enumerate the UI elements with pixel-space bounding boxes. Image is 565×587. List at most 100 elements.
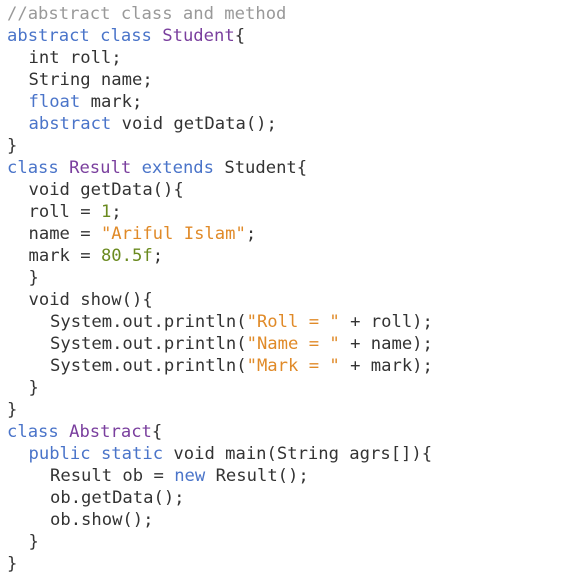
code-token-plain: Result(); [205,466,309,486]
code-token-plain: } [7,400,18,420]
code-token-plain: int roll; [28,48,122,68]
code-token-plain: void main(String agrs[]){ [163,444,433,464]
code-token-plain: roll = [28,202,101,222]
code-lines: //abstract class and method abstract clas… [7,3,565,575]
code-token-plain: } [28,532,39,552]
code-token-keyword: float [28,92,81,112]
code-token-classname: Result [69,158,132,178]
code-line: } [7,377,565,399]
code-token-plain: String name; [28,70,153,90]
code-line: int roll; [7,47,565,69]
code-line: } [7,267,565,289]
code-line: ob.getData(); [7,487,565,509]
code-token-keyword: static [100,444,164,464]
code-token-plain: + name); [339,334,433,354]
code-token-keyword: extends [141,158,214,178]
code-token-plain: ; [111,202,122,222]
code-token-plain: System.out.println( [50,312,247,332]
code-token-classname: Student [162,26,235,46]
code-token-plain: } [28,268,39,288]
code-token-plain: + mark); [339,356,433,376]
code-token-plain: void getData(){ [28,180,184,200]
code-token-number: 80.5f [100,246,153,266]
code-line: String name; [7,69,565,91]
code-token-plain: void getData(); [111,114,277,134]
code-token-plain: mark; [80,92,143,112]
code-token-plain: } [7,136,18,156]
code-line: void getData(){ [7,179,565,201]
code-token-plain: Student{ [214,158,308,178]
code-token-comment: //abstract class and method [7,4,287,24]
code-token-plain: System.out.println( [50,356,247,376]
code-line: class Abstract{ [7,421,565,443]
code-token-keyword: class [7,422,59,442]
code-token-plain: Result ob = [50,466,175,486]
code-line: } [7,135,565,157]
code-line: ob.show(); [7,509,565,531]
code-token-plain: ob.show(); [50,510,154,530]
code-line: void show(){ [7,289,565,311]
code-token-plain: System.out.println( [50,334,247,354]
code-token-plain: ; [245,224,257,244]
code-line: System.out.println("Name = " + name); [7,333,565,355]
code-token-plain: { [151,422,163,442]
code-token-keyword: new [174,466,206,486]
code-line: roll = 1; [7,201,565,223]
code-line: System.out.println("Mark = " + mark); [7,355,565,377]
code-token-keyword: class [100,26,152,46]
code-token-plain: ; [152,246,164,266]
code-line: float mark; [7,91,565,113]
code-line: Result ob = new Result(); [7,465,565,487]
code-line: } [7,399,565,421]
code-editor: //abstract class and method abstract clas… [0,0,565,587]
code-token-plain: } [7,554,18,574]
code-line: name = "Ariful Islam"; [7,223,565,245]
code-line: //abstract class and method [7,3,565,25]
code-token-keyword: class [7,158,59,178]
code-token-keyword: abstract [7,26,90,46]
code-line: System.out.println("Roll = " + roll); [7,311,565,333]
code-line: abstract class Student{ [7,25,565,47]
code-line: abstract void getData(); [7,113,565,135]
code-token-plain: } [28,378,39,398]
code-token-keyword: public [28,444,91,464]
code-line: class Result extends Student{ [7,157,565,179]
code-token-number: 1 [100,202,112,222]
code-token-plain: + roll); [339,312,433,332]
code-token-string: "Name = " [246,334,340,354]
code-token-string: "Mark = " [246,356,340,376]
code-line: public static void main(String agrs[]){ [7,443,565,465]
code-token-plain: name = [28,224,101,244]
code-token-string: "Roll = " [246,312,340,332]
code-token-classname: Abstract [69,422,152,442]
code-token-plain: void show(){ [28,290,153,310]
code-token-keyword: abstract [28,114,112,134]
code-line: mark = 80.5f; [7,245,565,267]
code-token-plain: ob.getData(); [50,488,185,508]
code-token-string: "Ariful Islam" [100,224,246,244]
